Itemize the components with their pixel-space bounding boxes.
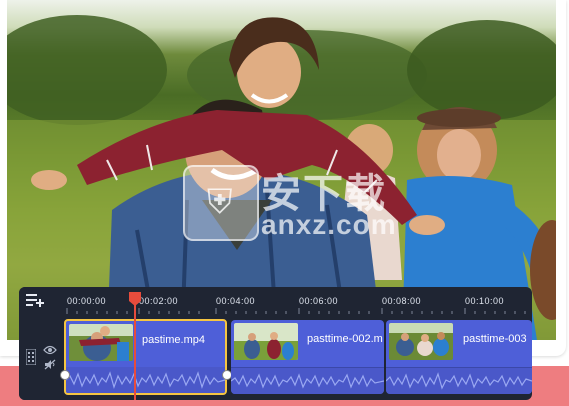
ruler-label: 00:10:00	[465, 296, 505, 306]
video-clip[interactable]: pastime.mp4	[64, 319, 227, 395]
timeline-panel: 00:00:00 00:02:00 00:04:00 00:06:00 00:0…	[19, 287, 532, 400]
ruler-label: 00:00:00	[67, 296, 107, 306]
clip-thumbnail	[69, 324, 133, 361]
audio-waveform	[386, 368, 532, 394]
video-clip[interactable]: pasttime-003	[386, 320, 532, 394]
playhead-marker-icon[interactable]	[129, 292, 141, 306]
clip-name: pasttime-002.m	[307, 333, 383, 345]
ruler-label: 00:02:00	[139, 296, 179, 306]
clip-name: pastime.mp4	[142, 334, 205, 346]
ruler-label: 00:06:00	[299, 296, 339, 306]
shield-logo-icon: ⛨	[183, 165, 259, 241]
clip-name: pasttime-003	[463, 333, 527, 345]
watermark-site: anxz.com	[261, 209, 397, 240]
ruler-label: 00:08:00	[382, 296, 422, 306]
playhead-line	[134, 295, 136, 400]
watermark: ⛨ 安下载 anxz.com	[183, 165, 438, 251]
audio-waveform	[66, 367, 225, 393]
mute-icon[interactable]	[44, 359, 56, 370]
track-tools	[19, 287, 63, 400]
clip-thumbnail	[234, 323, 298, 360]
audio-waveform	[231, 368, 384, 394]
clip-thumbnail	[389, 323, 453, 360]
eye-icon[interactable]	[43, 345, 57, 355]
ruler-label: 00:04:00	[216, 296, 256, 306]
add-track-icon[interactable]	[26, 293, 44, 307]
video-clip[interactable]: pasttime-002.m	[231, 320, 384, 394]
track-handle-icon[interactable]	[26, 349, 36, 365]
clip-trim-handle-left[interactable]	[60, 370, 70, 380]
